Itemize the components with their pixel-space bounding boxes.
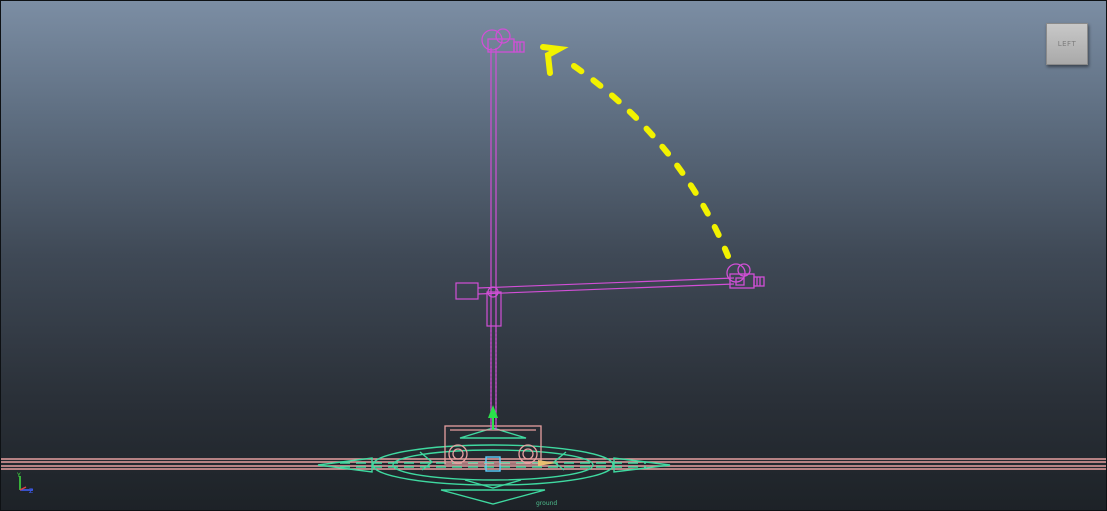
axis-indicator-icon: Y Z	[16, 472, 33, 495]
svg-text:Z: Z	[29, 488, 33, 495]
ground-control-label: ground	[536, 500, 558, 507]
camera-motion-path[interactable]	[540, 44, 731, 259]
pivot-marker	[538, 460, 556, 466]
left-orthographic-viewport[interactable]: Y Z LEFT ground	[0, 0, 1107, 511]
crane-arm[interactable]	[455, 277, 735, 300]
camera-top[interactable]	[481, 28, 525, 53]
svg-text:Y: Y	[16, 472, 21, 479]
crane-mast[interactable]	[486, 48, 502, 430]
view-cube-label: LEFT	[1057, 40, 1077, 48]
view-cube[interactable]: LEFT	[1046, 23, 1088, 65]
scene-canvas[interactable]: Y Z	[0, 0, 1107, 511]
